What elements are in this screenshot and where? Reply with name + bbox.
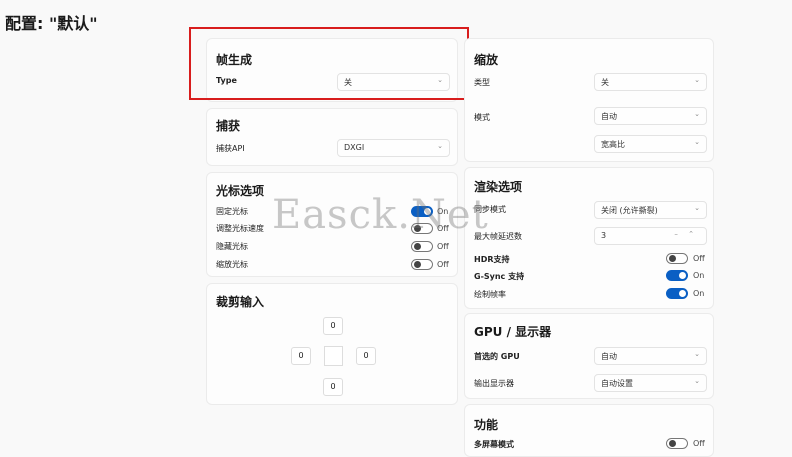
scale-cursor-toggle[interactable] bbox=[411, 259, 433, 270]
crop-bottom-input[interactable]: 0 bbox=[323, 378, 343, 396]
render-card: 渲染选项 同步模式 关闭 (允许撕裂) ⌄ 最大帧延迟数 3 – ⌃ HDR支持… bbox=[464, 167, 714, 309]
chevron-down-icon: ⌄ bbox=[694, 76, 700, 84]
cursor-row-label: 调整光标速度 bbox=[216, 224, 264, 233]
toggle-knob bbox=[414, 243, 421, 250]
display-label: 输出显示器 bbox=[474, 379, 514, 388]
hdr-state: Off bbox=[693, 254, 705, 263]
chevron-down-icon: ⌄ bbox=[694, 110, 700, 118]
features-card: 功能 多屏幕模式 Off bbox=[464, 404, 714, 457]
page-title: 配置: "默认" bbox=[5, 14, 98, 33]
gpu-card: GPU / 显示器 首选的 GPU 自动 ⌄ 输出显示器 自动设置 ⌄ bbox=[464, 313, 714, 399]
chevron-down-icon: ⌄ bbox=[694, 377, 700, 385]
scaling-card: 缩放 类型 关 ⌄ 模式 自动 ⌄ 宽高比 ⌄ bbox=[464, 38, 714, 162]
stepper-arrows-icon: – ⌃ bbox=[674, 230, 698, 238]
multi-screen-label: 多屏幕模式 bbox=[474, 440, 514, 449]
toggle-state: Off bbox=[437, 242, 449, 251]
crop-right-input[interactable]: 0 bbox=[356, 347, 376, 365]
crop-top-input[interactable]: 0 bbox=[323, 317, 343, 335]
max-frame-latency-stepper[interactable]: 3 – ⌃ bbox=[594, 227, 707, 245]
display-select[interactable]: 自动设置 ⌄ bbox=[594, 374, 707, 392]
max-frame-latency-value: 3 bbox=[601, 231, 607, 240]
highlight-box bbox=[189, 27, 469, 100]
draw-fps-toggle[interactable] bbox=[666, 288, 688, 299]
features-title: 功能 bbox=[474, 418, 499, 432]
gsync-label: G-Sync 支持 bbox=[474, 272, 525, 281]
toggle-knob bbox=[669, 255, 676, 262]
crop-left-input[interactable]: 0 bbox=[291, 347, 311, 365]
vsync-value: 关闭 (允许撕裂) bbox=[601, 206, 658, 215]
cursor-row-label: 固定光标 bbox=[216, 207, 248, 216]
vsync-select[interactable]: 关闭 (允许撕裂) ⌄ bbox=[594, 201, 707, 219]
cursor-title: 光标选项 bbox=[216, 184, 265, 198]
scaling-title: 缩放 bbox=[474, 53, 499, 67]
scaling-mode-value: 自动 bbox=[601, 112, 617, 121]
scaling-aspect-value: 宽高比 bbox=[601, 140, 625, 149]
capture-title: 捕获 bbox=[216, 119, 241, 133]
scaling-type-label: 类型 bbox=[474, 78, 490, 87]
gsync-toggle[interactable] bbox=[666, 270, 688, 281]
scaling-aspect-select[interactable]: 宽高比 ⌄ bbox=[594, 135, 707, 153]
capture-api-select[interactable]: DXGI ⌄ bbox=[337, 139, 450, 157]
multi-screen-state: Off bbox=[693, 439, 705, 448]
crop-center-box bbox=[324, 346, 343, 366]
toggle-state: Off bbox=[437, 260, 449, 269]
display-value: 自动设置 bbox=[601, 379, 633, 388]
crop-card: 裁剪输入 0 0 0 0 bbox=[206, 283, 458, 405]
toggle-knob bbox=[414, 261, 421, 268]
hdr-toggle[interactable] bbox=[666, 253, 688, 264]
gpu-value: 自动 bbox=[601, 352, 617, 361]
scaling-type-value: 关 bbox=[601, 78, 609, 87]
hdr-label: HDR支持 bbox=[474, 255, 510, 264]
toggle-knob bbox=[669, 440, 676, 447]
cursor-row-label: 缩放光标 bbox=[216, 260, 248, 269]
draw-fps-label: 绘制帧率 bbox=[474, 290, 506, 299]
chevron-down-icon: ⌄ bbox=[694, 350, 700, 358]
cursor-row-label: 隐藏光标 bbox=[216, 242, 248, 251]
watermark: Easck.Net bbox=[272, 192, 489, 238]
scaling-mode-label: 模式 bbox=[474, 113, 490, 122]
scaling-mode-select[interactable]: 自动 ⌄ bbox=[594, 107, 707, 125]
gpu-title: GPU / 显示器 bbox=[474, 325, 552, 339]
chevron-down-icon: ⌄ bbox=[694, 138, 700, 146]
hide-cursor-toggle[interactable] bbox=[411, 241, 433, 252]
chevron-down-icon: ⌄ bbox=[437, 142, 443, 150]
chevron-down-icon: ⌄ bbox=[694, 204, 700, 212]
capture-card: 捕获 捕获API DXGI ⌄ bbox=[206, 108, 458, 166]
gpu-select[interactable]: 自动 ⌄ bbox=[594, 347, 707, 365]
gsync-state: On bbox=[693, 271, 705, 280]
scaling-type-select[interactable]: 关 ⌄ bbox=[594, 73, 707, 91]
capture-api-label: 捕获API bbox=[216, 144, 245, 153]
gpu-label: 首选的 GPU bbox=[474, 352, 520, 361]
crop-title: 裁剪输入 bbox=[216, 295, 265, 309]
toggle-knob bbox=[679, 272, 686, 279]
toggle-knob bbox=[679, 290, 686, 297]
draw-fps-state: On bbox=[693, 289, 705, 298]
capture-api-value: DXGI bbox=[344, 143, 365, 152]
multi-screen-toggle[interactable] bbox=[666, 438, 688, 449]
